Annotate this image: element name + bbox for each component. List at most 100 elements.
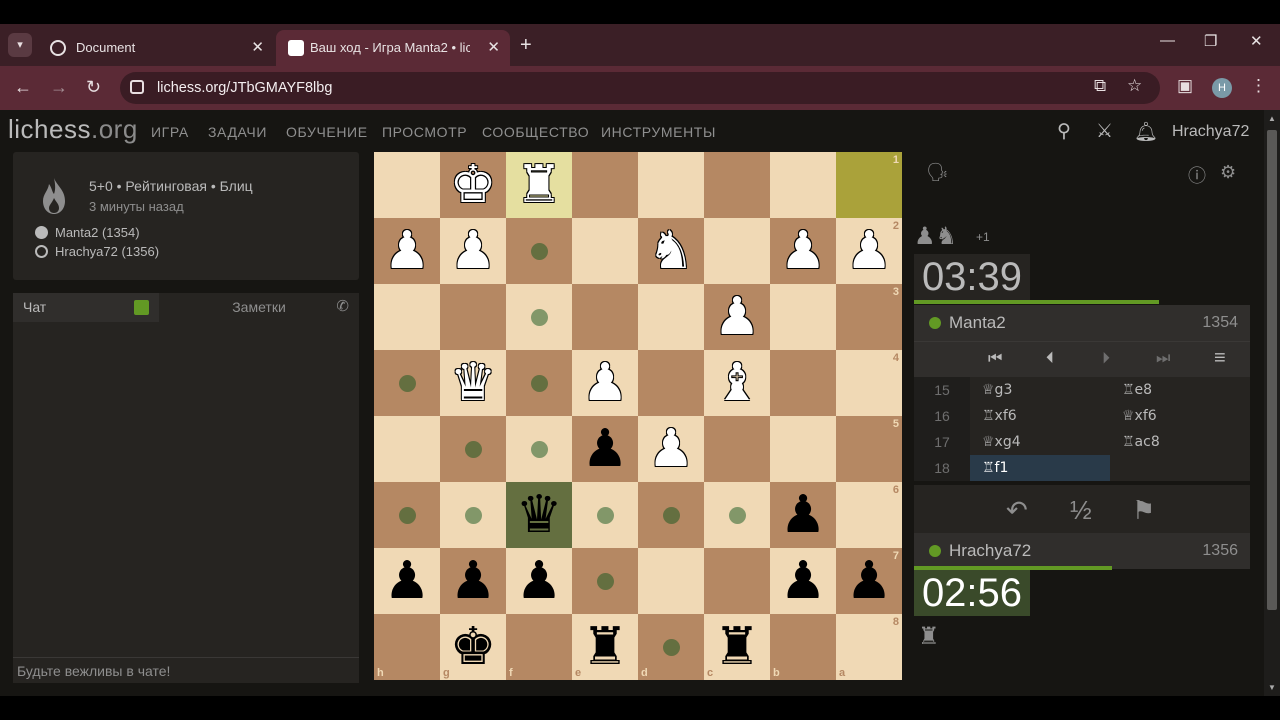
- profile-avatar[interactable]: H: [1212, 78, 1232, 98]
- square-g8[interactable]: ♚ g: [440, 614, 506, 680]
- square-d4[interactable]: [638, 350, 704, 416]
- chat-input[interactable]: Будьте вежливы в чате!: [13, 657, 359, 683]
- white-pawn-icon[interactable]: ♟: [638, 416, 704, 482]
- square-g7[interactable]: ♟: [440, 548, 506, 614]
- next-move-button[interactable]: ⏵: [1102, 350, 1110, 368]
- reload-button[interactable]: ↻: [86, 77, 101, 97]
- move-destination-dot[interactable]: [531, 375, 548, 392]
- square-c1[interactable]: [704, 152, 770, 218]
- new-tab-button[interactable]: +: [520, 30, 532, 60]
- white-move[interactable]: ♖xf6: [970, 403, 1110, 429]
- white-knight-icon[interactable]: ♞: [638, 218, 704, 284]
- square-h1[interactable]: [374, 152, 440, 218]
- square-b1[interactable]: [770, 152, 836, 218]
- white-pawn-icon[interactable]: ♟: [440, 218, 506, 284]
- square-a5[interactable]: 5: [836, 416, 902, 482]
- black-pawn-icon[interactable]: ♟: [506, 548, 572, 614]
- square-h3[interactable]: [374, 284, 440, 350]
- square-b5[interactable]: [770, 416, 836, 482]
- bookmark-star-icon[interactable]: ☆: [1127, 76, 1142, 96]
- square-e2[interactable]: [572, 218, 638, 284]
- square-d2[interactable]: ♞: [638, 218, 704, 284]
- black-pawn-icon[interactable]: ♟: [374, 548, 440, 614]
- black-king-icon[interactable]: ♚: [440, 614, 506, 680]
- square-a1[interactable]: 1: [836, 152, 902, 218]
- white-pawn-icon[interactable]: ♟: [770, 218, 836, 284]
- move-destination-dot[interactable]: [465, 441, 482, 458]
- move-destination-dot[interactable]: [399, 507, 416, 524]
- tab-search-button[interactable]: ▾: [8, 33, 32, 57]
- close-icon[interactable]: ✕: [487, 30, 500, 66]
- square-d3[interactable]: [638, 284, 704, 350]
- square-a3[interactable]: 3: [836, 284, 902, 350]
- square-g3[interactable]: [440, 284, 506, 350]
- square-e6[interactable]: [572, 482, 638, 548]
- back-button[interactable]: ←: [14, 77, 32, 97]
- bell-icon[interactable]: 🔔︎: [1134, 120, 1158, 144]
- square-e7[interactable]: [572, 548, 638, 614]
- resign-flag-button[interactable]: ⚑: [1132, 495, 1155, 526]
- info-icon[interactable]: ⓘ: [1188, 162, 1206, 188]
- square-b2[interactable]: ♟: [770, 218, 836, 284]
- side-panel-icon[interactable]: ▣: [1177, 76, 1193, 96]
- white-move[interactable]: ♖f1: [970, 455, 1110, 481]
- square-a7[interactable]: ♟ 7: [836, 548, 902, 614]
- scrollbar-thumb[interactable]: [1267, 130, 1277, 610]
- square-h5[interactable]: [374, 416, 440, 482]
- square-f8[interactable]: f: [506, 614, 572, 680]
- gear-icon[interactable]: ⚙: [1220, 162, 1236, 183]
- square-d8[interactable]: d: [638, 614, 704, 680]
- square-e3[interactable]: [572, 284, 638, 350]
- tab-chat[interactable]: Чат: [13, 293, 159, 322]
- restore-button[interactable]: ❐: [1204, 32, 1217, 50]
- chat-toggle-checkbox[interactable]: [134, 300, 149, 315]
- square-g6[interactable]: [440, 482, 506, 548]
- white-queen-icon[interactable]: ♛: [440, 350, 506, 416]
- black-rook-icon[interactable]: ♜: [572, 614, 638, 680]
- close-icon[interactable]: ✕: [251, 30, 264, 66]
- square-e4[interactable]: ♟: [572, 350, 638, 416]
- player-name[interactable]: Hrachya72: [949, 533, 1031, 569]
- site-info-icon[interactable]: [130, 80, 144, 94]
- white-move[interactable]: ♕xg4: [970, 429, 1110, 455]
- black-rook-icon[interactable]: ♜: [704, 614, 770, 680]
- black-pawn-icon[interactable]: ♟: [572, 416, 638, 482]
- move-destination-dot[interactable]: [531, 243, 548, 260]
- square-a8[interactable]: 8a: [836, 614, 902, 680]
- prev-move-button[interactable]: ⏴: [1046, 350, 1054, 368]
- square-c5[interactable]: [704, 416, 770, 482]
- nav-watch[interactable]: ПРОСМОТР: [382, 124, 467, 140]
- move-destination-dot[interactable]: [597, 507, 614, 524]
- square-f3[interactable]: [506, 284, 572, 350]
- square-c3[interactable]: ♟: [704, 284, 770, 350]
- move-destination-dot[interactable]: [663, 639, 680, 656]
- white-pawn-icon[interactable]: ♟: [374, 218, 440, 284]
- move-destination-dot[interactable]: [465, 507, 482, 524]
- move-destination-dot[interactable]: [597, 573, 614, 590]
- move-destination-dot[interactable]: [663, 507, 680, 524]
- square-c2[interactable]: [704, 218, 770, 284]
- square-e1[interactable]: [572, 152, 638, 218]
- black-player-link[interactable]: Hrachya72 (1356): [55, 244, 159, 259]
- install-app-icon[interactable]: ⧉: [1094, 76, 1106, 96]
- scroll-up-arrow[interactable]: ▲: [1268, 114, 1276, 123]
- nav-play[interactable]: ИГРА: [151, 124, 189, 140]
- square-f6[interactable]: ♛: [506, 482, 572, 548]
- square-f7[interactable]: ♟: [506, 548, 572, 614]
- voice-input-icon[interactable]: 🗣︎: [926, 162, 949, 183]
- square-b6[interactable]: ♟: [770, 482, 836, 548]
- square-e8[interactable]: ♜ e: [572, 614, 638, 680]
- square-h6[interactable]: [374, 482, 440, 548]
- tab-notes[interactable]: Заметки: [159, 293, 359, 322]
- white-rook-icon[interactable]: ♜: [506, 152, 572, 218]
- square-c6[interactable]: [704, 482, 770, 548]
- site-logo[interactable]: lichess.org: [8, 114, 138, 145]
- white-move[interactable]: ♕g3: [970, 377, 1110, 403]
- square-h2[interactable]: ♟: [374, 218, 440, 284]
- square-g1[interactable]: ♚: [440, 152, 506, 218]
- url-field[interactable]: lichess.org/JTbGMAYF8lbg: [120, 72, 1160, 104]
- search-icon[interactable]: ⚲: [1057, 120, 1071, 143]
- last-move-button[interactable]: ⏭: [1156, 350, 1170, 368]
- white-pawn-icon[interactable]: ♟: [704, 284, 770, 350]
- swords-icon[interactable]: ⚔: [1096, 120, 1113, 143]
